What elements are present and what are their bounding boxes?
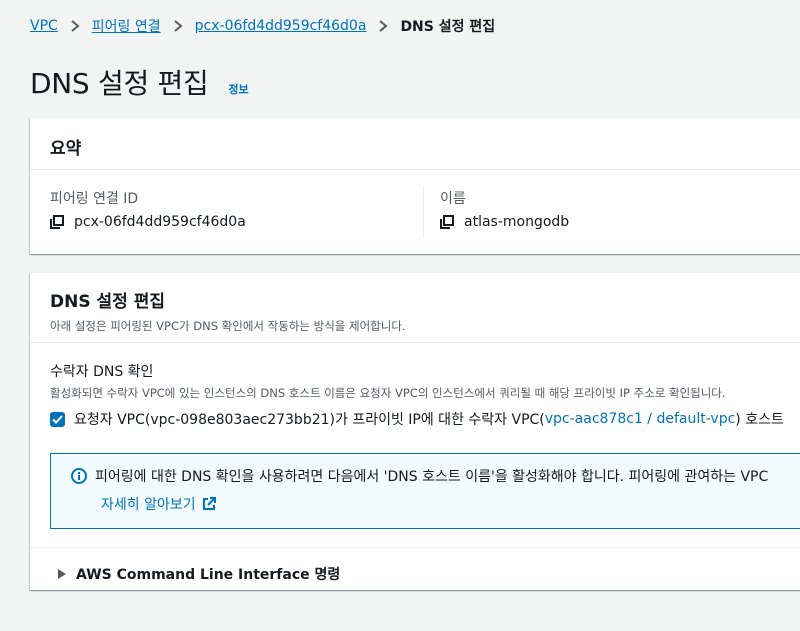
alert-message: 피어링에 대한 DNS 확인을 사용하려면 다음에서 'DNS 호스트 이름'을… xyxy=(95,469,769,485)
checkbox-label-suffix: ) 호스트 xyxy=(735,412,784,428)
alert-message-row: 피어링에 대한 DNS 확인을 사용하려면 다음에서 'DNS 호스트 이름'을… xyxy=(71,466,800,486)
breadcrumb: VPC 피어링 연결 pcx-06fd4dd959cf46d0a DNS 설정 … xyxy=(30,16,495,36)
settings-description: 아래 설정은 피어링된 VPC가 DNS 확인에서 작동하는 방식을 제어합니다… xyxy=(50,319,406,333)
copy-icon[interactable] xyxy=(50,215,64,229)
check-icon xyxy=(52,414,63,424)
settings-title: DNS 설정 편집 xyxy=(50,292,165,312)
summary-title: 요약 xyxy=(50,139,82,159)
peering-id-value-row: pcx-06fd4dd959cf46d0a xyxy=(50,214,403,230)
settings-header: DNS 설정 편집 아래 설정은 피어링된 VPC가 DNS 확인에서 작동하는… xyxy=(30,273,800,343)
peering-id-field: 피어링 연결 ID pcx-06fd4dd959cf46d0a xyxy=(30,186,424,238)
cli-expander-label: AWS Command Line Interface 명령 xyxy=(76,567,341,583)
breadcrumb-pcx[interactable]: pcx-06fd4dd959cf46d0a xyxy=(195,18,367,34)
accepter-dns-section: 수락자 DNS 확인 활성화되면 수락자 VPC에 있는 인스턴스의 DNS 호… xyxy=(30,343,800,429)
page-header: DNS 설정 편집 정보 xyxy=(30,62,249,102)
checkbox-label-prefix: 요청자 VPC(vpc-098e803aec273bb21)가 프라이빗 IP에… xyxy=(74,412,545,428)
peering-id-label: 피어링 연결 ID xyxy=(50,191,139,207)
chevron-right-icon xyxy=(173,20,183,32)
info-link[interactable]: 정보 xyxy=(228,81,248,97)
breadcrumb-current: DNS 설정 편집 xyxy=(400,19,496,35)
info-circle-icon xyxy=(71,468,87,484)
accepter-vpc-link[interactable]: vpc-aac878c1 / default-vpc xyxy=(545,411,736,427)
external-link-icon[interactable] xyxy=(202,497,216,511)
breadcrumb-peering[interactable]: 피어링 연결 xyxy=(92,16,161,36)
accepter-dns-title: 수락자 DNS 확인 xyxy=(50,364,154,380)
accepter-dns-description: 활성화되면 수락자 VPC에 있는 인스턴스의 DNS 호스트 이름은 요청자 … xyxy=(50,386,726,400)
page-title: DNS 설정 편집 xyxy=(30,67,209,100)
info-alert: 피어링에 대한 DNS 확인을 사용하려면 다음에서 'DNS 호스트 이름'을… xyxy=(50,453,800,529)
dns-settings-container: DNS 설정 편집 아래 설정은 피어링된 VPC가 DNS 확인에서 작동하는… xyxy=(30,272,800,590)
copy-icon[interactable] xyxy=(440,215,454,229)
caret-right-icon xyxy=(58,569,66,579)
accepter-dns-checkbox[interactable] xyxy=(50,411,65,427)
accepter-dns-checkbox-row[interactable]: 요청자 VPC(vpc-098e803aec273bb21)가 프라이빗 IP에… xyxy=(50,409,800,429)
learn-more-link[interactable]: 자세히 알아보기 xyxy=(101,494,196,514)
summary-columns: 피어링 연결 ID pcx-06fd4dd959cf46d0a 이름 atlas… xyxy=(30,170,800,238)
breadcrumb-vpc[interactable]: VPC xyxy=(30,18,58,34)
cli-expander[interactable]: AWS Command Line Interface 명령 xyxy=(30,547,800,600)
name-label: 이름 xyxy=(440,191,466,207)
name-value: atlas-mongodb xyxy=(464,214,570,230)
learn-more-row: 자세히 알아보기 xyxy=(101,494,800,514)
summary-container: 요약 피어링 연결 ID pcx-06fd4dd959cf46d0a 이름 at… xyxy=(30,117,800,254)
peering-id-value: pcx-06fd4dd959cf46d0a xyxy=(74,214,246,230)
name-field: 이름 atlas-mongodb xyxy=(424,186,589,238)
name-value-row: atlas-mongodb xyxy=(440,214,569,230)
chevron-right-icon xyxy=(378,20,388,32)
summary-header: 요약 xyxy=(30,118,800,170)
chevron-right-icon xyxy=(70,20,80,32)
